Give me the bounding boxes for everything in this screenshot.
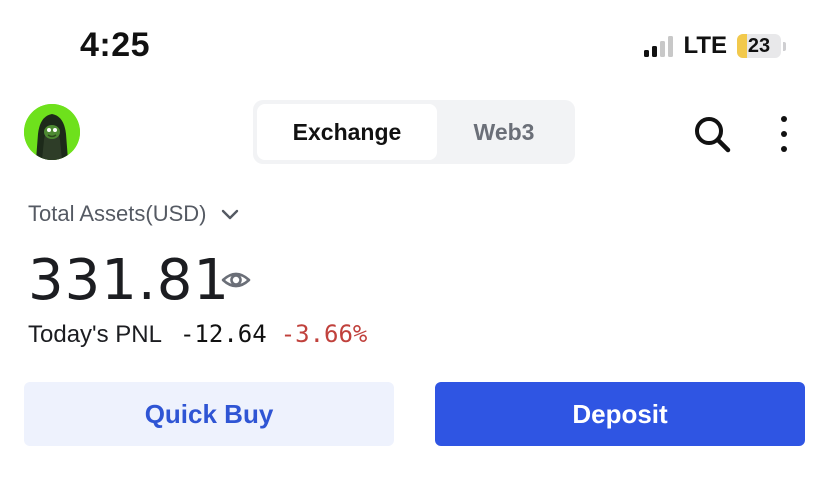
pnl-value: -12.64 xyxy=(179,320,267,348)
status-indicators: LTE 23 xyxy=(644,32,786,60)
chevron-down-icon xyxy=(221,209,238,220)
eye-icon[interactable] xyxy=(220,264,252,296)
pnl-percent: -3.66% xyxy=(280,320,368,348)
todays-pnl: Today's PNL -12.64 -3.66% xyxy=(28,320,367,349)
quick-buy-button[interactable]: Quick Buy xyxy=(24,382,394,446)
pepe-avatar-icon xyxy=(24,104,80,160)
battery-level: 23 xyxy=(747,34,771,57)
cellular-signal-icon xyxy=(644,35,674,57)
network-type: LTE xyxy=(683,32,727,59)
status-time: 4:25 xyxy=(80,26,151,64)
total-assets-selector[interactable]: Total Assets(USD) xyxy=(28,201,241,227)
total-assets-label: Total Assets(USD) xyxy=(28,201,207,226)
total-assets-amount: 331.81 xyxy=(28,248,230,313)
avatar[interactable] xyxy=(24,104,80,160)
deposit-button[interactable]: Deposit xyxy=(435,382,805,446)
search-icon[interactable] xyxy=(692,114,732,154)
more-vertical-icon[interactable] xyxy=(772,114,796,154)
account-type-switcher: Exchange Web3 xyxy=(253,100,575,164)
tab-web3[interactable]: Web3 xyxy=(437,104,571,160)
tab-exchange[interactable]: Exchange xyxy=(257,104,437,160)
pnl-label: Today's PNL xyxy=(28,321,162,348)
battery-icon: 23 xyxy=(737,34,786,58)
